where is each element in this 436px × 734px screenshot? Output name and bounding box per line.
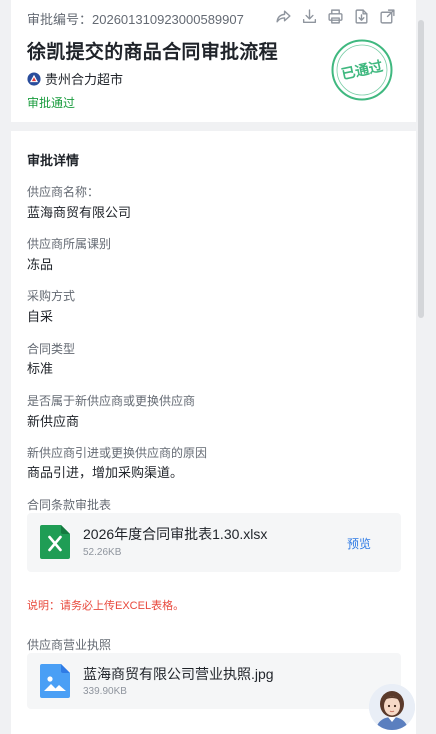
field-value: 商品引进，增加采购渠道。 [27, 465, 184, 480]
license-file-attachment[interactable]: 蓝海商贸有限公司营业执照.jpg 339.90KB [27, 653, 401, 709]
approval-number: 审批编号：202601310923000589907 [27, 9, 244, 28]
excel-file-icon [40, 525, 70, 559]
approval-header: 审批编号：202601310923000589907 徐凯提交的商品合同审批流程… [11, 0, 416, 122]
contract-file-name[interactable]: 2026年度合同审批表1.30.xlsx [83, 524, 267, 544]
download-icon[interactable] [299, 6, 319, 26]
approval-number-value: 202601310923000589907 [92, 12, 244, 27]
scrollbar-thumb[interactable] [418, 20, 424, 318]
approval-details: 审批详情 供应商名称： 蓝海商贸有限公司 供应商所属课别 冻品 采购方式 自采 … [11, 131, 416, 734]
section-title: 审批详情 [27, 153, 80, 168]
field-value: 自采 [27, 309, 54, 324]
page-title: 徐凯提交的商品合同审批流程 [27, 42, 278, 63]
upload-note: 说明：请务必上传EXCEL表格。 [27, 600, 185, 612]
approval-number-label: 审批编号： [27, 12, 93, 27]
organization-logo-icon [27, 71, 41, 86]
print-icon[interactable] [325, 6, 345, 26]
field-label: 供应商所属课别 [27, 237, 112, 251]
field-value: 蓝海商贸有限公司 [27, 205, 132, 220]
contract-file-size: 52.26KB [83, 547, 122, 558]
license-file-name[interactable]: 蓝海商贸有限公司营业执照.jpg [83, 664, 274, 684]
image-file-icon [40, 664, 70, 698]
share-icon[interactable] [273, 6, 293, 26]
left-gutter [0, 0, 11, 734]
open-external-icon[interactable] [377, 6, 397, 26]
field-value: 新供应商 [27, 414, 80, 429]
stamp-text: 已通过 [340, 58, 385, 83]
section-divider [11, 122, 416, 131]
field-value: 标准 [27, 361, 54, 376]
field-label: 供应商名称： [27, 185, 100, 199]
field-value: 冻品 [27, 257, 54, 272]
contract-file-attachment[interactable]: 2026年度合同审批表1.30.xlsx 52.26KB 预览 [27, 513, 401, 572]
approved-stamp: 已通过 [331, 39, 393, 101]
license-file-size: 339.90KB [83, 686, 127, 697]
contract-attachment-label: 合同条款审批表 [27, 498, 112, 512]
field-label: 是否属于新供应商或更换供应商 [27, 394, 196, 408]
assistant-avatar-button[interactable] [369, 684, 415, 730]
license-attachment-label: 供应商营业执照 [27, 638, 112, 652]
header-toolbar [273, 6, 397, 26]
field-label: 采购方式 [27, 289, 76, 303]
field-label: 新供应商引进或更换供应商的原因 [27, 446, 208, 460]
organization: 贵州合力超市 [27, 69, 123, 88]
preview-button[interactable]: 预览 [347, 535, 371, 552]
field-label: 合同类型 [27, 342, 76, 356]
organization-name: 贵州合力超市 [45, 72, 124, 87]
status-badge: 审批通过 [27, 96, 76, 110]
export-icon[interactable] [351, 6, 371, 26]
assistant-avatar-icon [369, 684, 415, 730]
scrollbar[interactable] [418, 0, 424, 734]
